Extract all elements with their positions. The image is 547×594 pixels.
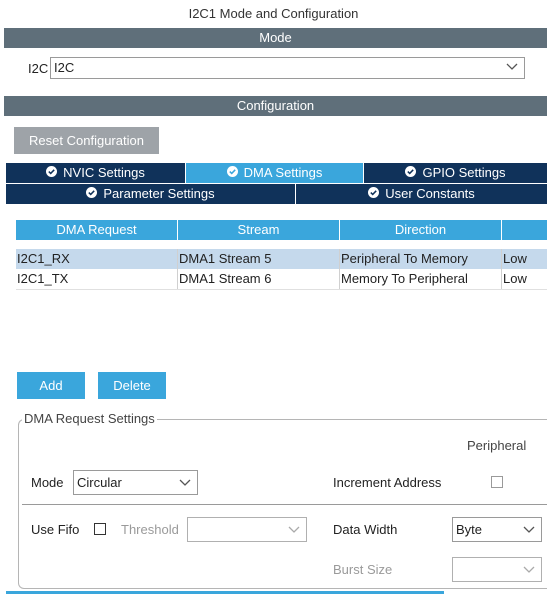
dma-mode-dropdown[interactable]: Circular [73,470,198,495]
i2c-mode-value: I2C [54,60,75,75]
tab-gpio-settings[interactable]: GPIO Settings [364,163,547,183]
mode-section-header: Mode [4,28,547,48]
tab-label: DMA Settings [243,165,323,180]
dma-mode-value: Circular [77,475,122,490]
column-header-dma-request[interactable]: DMA Request [16,220,177,240]
cell-request: I2C1_RX [16,249,178,269]
mode-label: Mode [31,475,64,490]
peripheral-increment-checkbox[interactable] [491,476,503,488]
cell-stream: DMA1 Stream 6 [178,269,340,289]
divider [22,504,547,505]
cell-priority: Low [503,271,527,286]
cell-request: I2C1_TX [16,269,178,289]
cell-priority: Low [503,251,527,266]
data-width-dropdown[interactable]: Byte [452,517,542,542]
tab-label: GPIO Settings [422,165,506,180]
chevron-down-icon [179,479,191,487]
threshold-dropdown[interactable] [187,517,307,542]
table-row[interactable]: I2C1_RX DMA1 Stream 5 Peripheral To Memo… [16,249,547,269]
cell-stream: DMA1 Stream 5 [178,249,340,269]
window-title: I2C1 Mode and Configuration [188,6,359,21]
cell-direction: Memory To Peripheral [340,269,502,289]
burst-size-dropdown[interactable] [452,557,542,582]
check-circle-icon [86,184,98,204]
tab-parameter-settings[interactable]: Parameter Settings [6,184,295,204]
burst-size-label: Burst Size [333,562,393,577]
tab-nvic-settings[interactable]: NVIC Settings [6,163,185,183]
cell-direction: Peripheral To Memory [340,249,502,269]
delete-button[interactable]: Delete [98,372,166,399]
tab-user-constants[interactable]: User Constants [296,184,547,204]
threshold-label: Threshold [121,522,179,537]
chevron-down-icon [523,526,535,534]
use-fifo-label: Use Fifo [31,522,80,537]
chevron-down-icon [523,566,535,574]
tab-label: Parameter Settings [103,186,215,201]
use-fifo-checkbox[interactable] [94,523,106,535]
table-row[interactable]: I2C1_TX DMA1 Stream 6 Memory To Peripher… [16,269,547,290]
i2c-mode-dropdown[interactable]: I2C [50,57,525,79]
check-circle-icon [368,184,380,204]
chevron-down-icon [506,63,518,71]
i2c-mode-label: I2C [28,61,49,76]
check-circle-icon [405,163,417,183]
increment-address-label: Increment Address [333,475,442,490]
reset-configuration-button[interactable]: Reset Configuration [14,127,159,154]
tab-dma-settings[interactable]: DMA Settings [186,163,363,183]
column-header-direction[interactable]: Direction [340,220,501,240]
dma-request-settings-legend: DMA Request Settings [22,411,157,426]
column-header-priority[interactable] [502,220,547,240]
add-button[interactable]: Add [17,372,85,399]
data-width-value: Byte [456,522,483,537]
tab-label: NVIC Settings [63,165,145,180]
check-circle-icon [226,163,238,183]
chevron-down-icon [288,526,300,534]
peripheral-header: Peripheral [467,438,527,453]
tab-label: User Constants [385,186,475,201]
data-width-label: Data Width [333,522,398,537]
configuration-section-header: Configuration [4,96,547,116]
check-circle-icon [46,163,58,183]
column-header-stream[interactable]: Stream [178,220,339,240]
